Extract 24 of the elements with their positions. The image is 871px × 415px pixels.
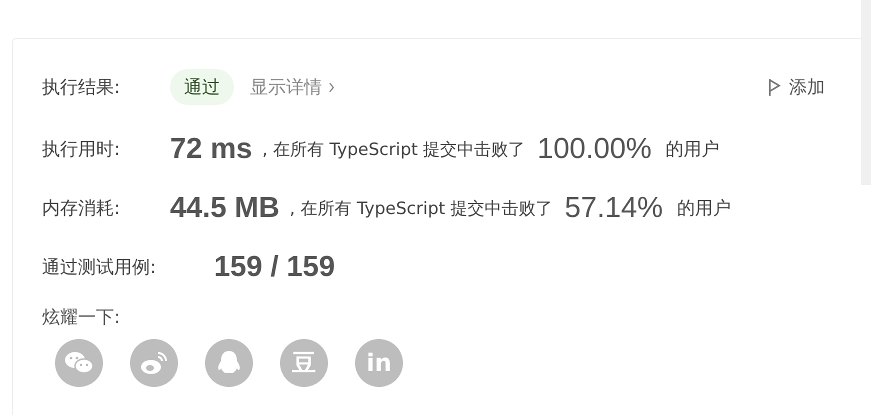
eye-swirl-icon[interactable] — [130, 339, 178, 387]
status-badge: 通过 — [170, 69, 234, 105]
stat-value: 44.5 MB — [170, 192, 280, 224]
chat-bubbles-icon[interactable] — [55, 339, 103, 387]
result-label: 执行结果: — [42, 76, 122, 99]
add-note-button[interactable]: 添加 — [768, 75, 825, 99]
penguin-icon[interactable] — [205, 339, 253, 387]
stat-label: 内存消耗: — [42, 197, 122, 220]
chevron-icon — [328, 82, 335, 92]
share-button[interactable]: 豆 — [280, 339, 328, 387]
stat-value: 72 ms — [170, 132, 252, 166]
stat-text: 的用户 — [666, 138, 720, 161]
tests-label: 通过测试用例: — [42, 256, 158, 279]
stat-text: , 在所有 TypeScript 提交中击败了 — [290, 198, 553, 220]
share-button[interactable]: in — [355, 339, 403, 387]
stat-label: 执行用时: — [42, 138, 122, 161]
tests-value: 159 / 159 — [214, 250, 335, 284]
share-label: 炫耀一下: — [42, 306, 122, 329]
stat-text: 的用户 — [676, 197, 731, 220]
percent-value: 57.14% — [564, 192, 663, 224]
stat-text: , 在所有 TypeScript 提交中击败了 — [262, 138, 526, 160]
flag-icon — [768, 78, 781, 96]
percent-value: 100.00% — [537, 132, 652, 166]
details-link[interactable]: 显示详情 — [250, 75, 335, 99]
